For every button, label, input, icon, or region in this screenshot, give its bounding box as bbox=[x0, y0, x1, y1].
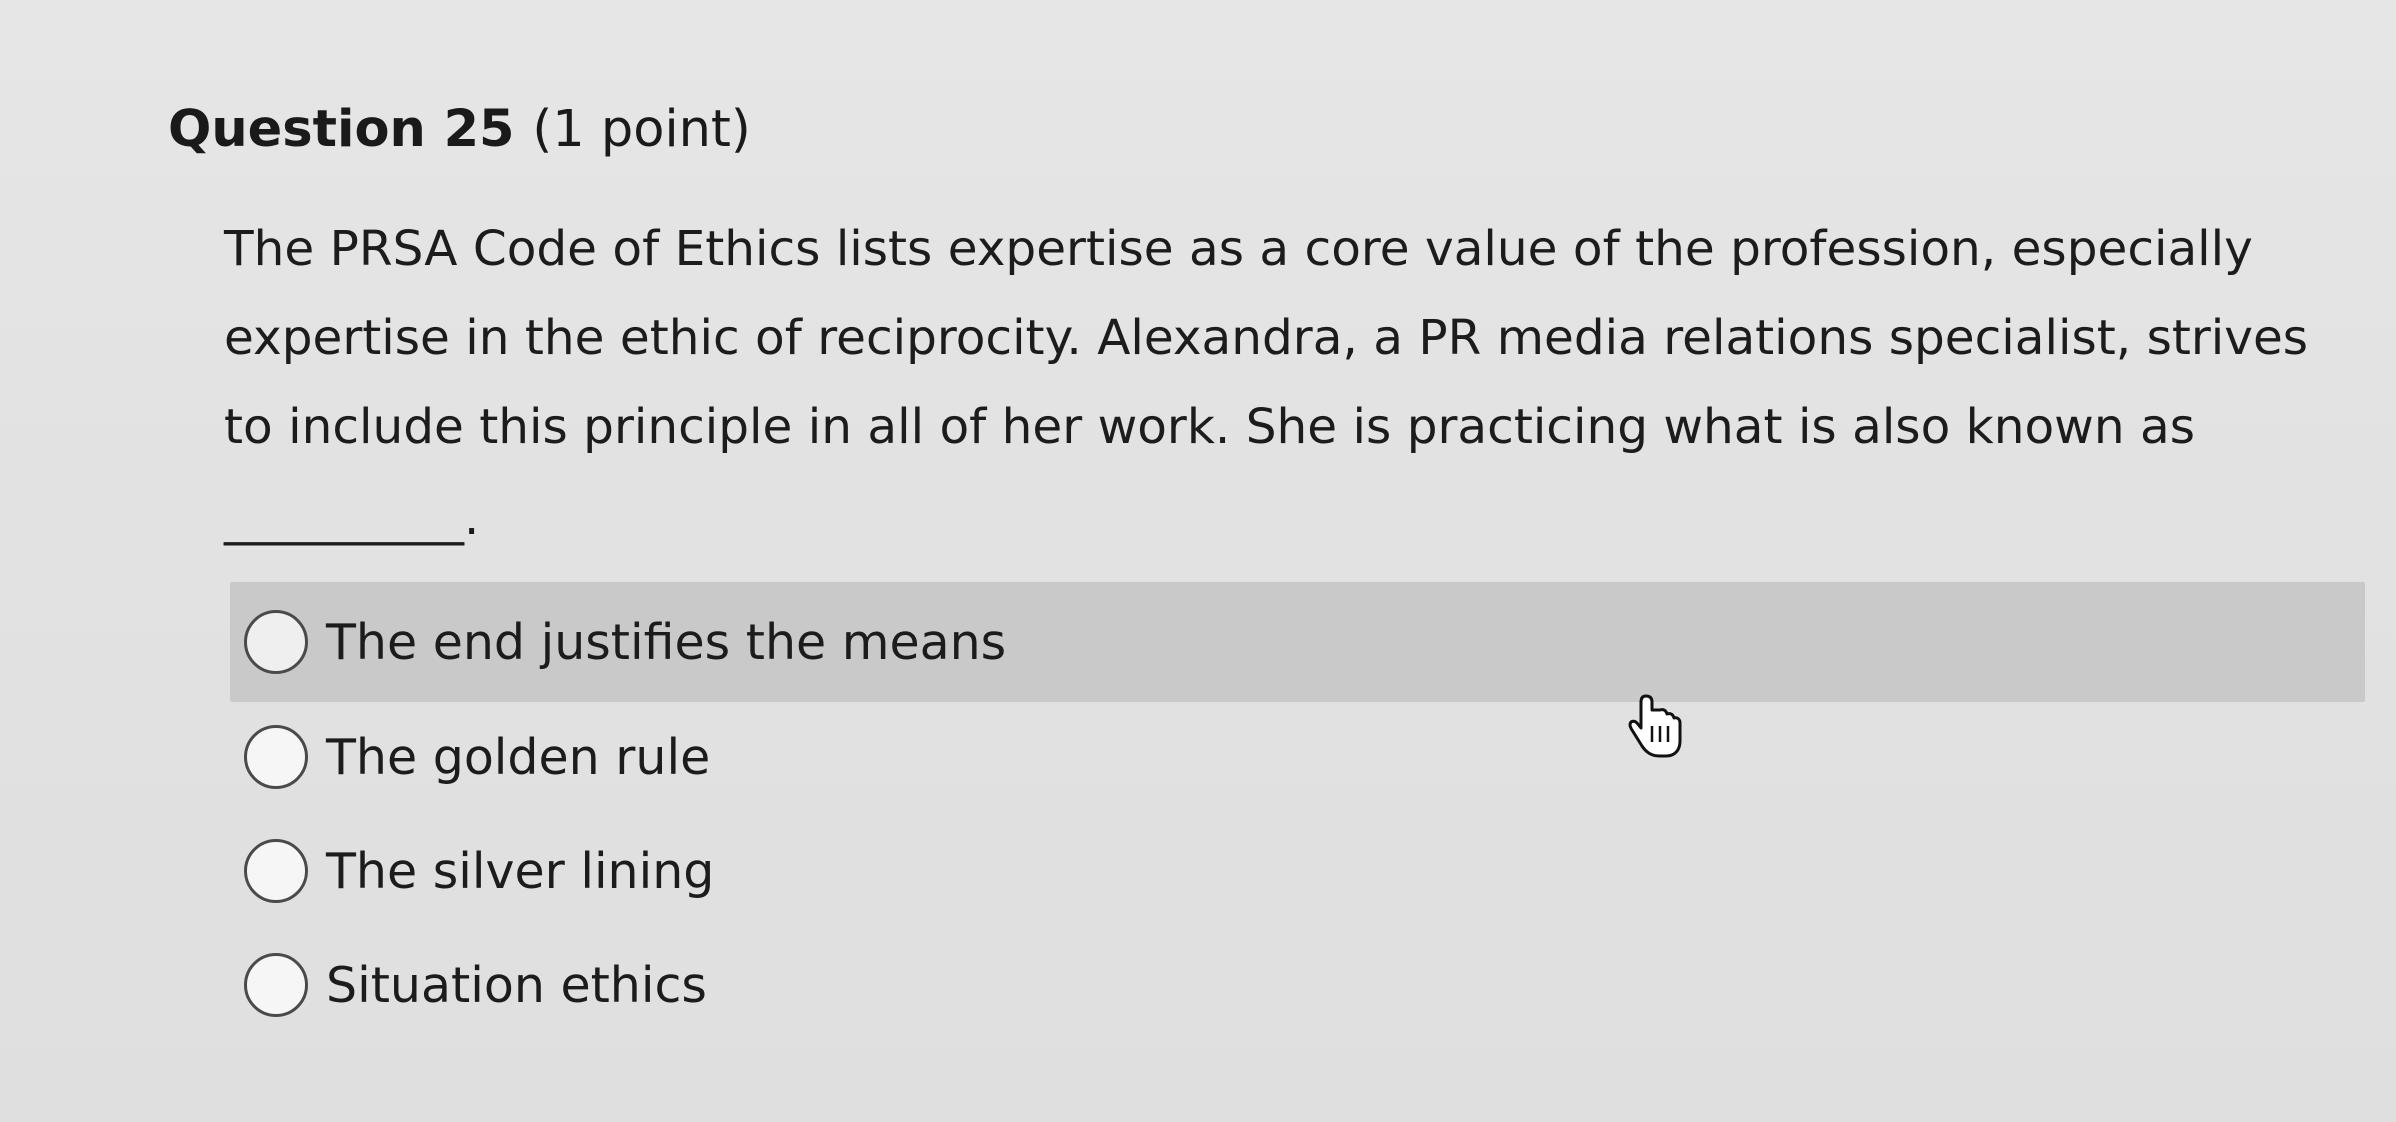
radio-button[interactable] bbox=[244, 725, 308, 789]
option-the-silver-lining[interactable]: The silver lining bbox=[230, 812, 2365, 930]
option-situation-ethics[interactable]: Situation ethics bbox=[230, 926, 2365, 1044]
option-the-golden-rule[interactable]: The golden rule bbox=[230, 698, 2365, 816]
radio-button[interactable] bbox=[244, 610, 308, 674]
question-blank: __________. bbox=[224, 490, 480, 546]
option-label[interactable]: The silver lining bbox=[326, 843, 714, 900]
quiz-page: Question 25 (1 point) The PRSA Code of E… bbox=[0, 0, 2396, 1122]
question-points: (1 point) bbox=[532, 100, 751, 159]
option-the-end-justifies-the-means[interactable]: The end justifies the means bbox=[230, 582, 2365, 702]
question-heading: Question 25 (1 point) bbox=[168, 100, 751, 159]
option-label[interactable]: Situation ethics bbox=[326, 957, 707, 1014]
radio-button[interactable] bbox=[244, 839, 308, 903]
question-text: The PRSA Code of Ethics lists expertise … bbox=[224, 221, 2309, 455]
answer-options: The end justifies the means The golden r… bbox=[230, 582, 2365, 1044]
radio-button[interactable] bbox=[244, 953, 308, 1017]
option-label[interactable]: The golden rule bbox=[326, 729, 710, 786]
hand-pointer-icon bbox=[1628, 694, 1682, 758]
option-label[interactable]: The end justifies the means bbox=[326, 614, 1006, 671]
question-number: Question 25 bbox=[168, 100, 515, 159]
